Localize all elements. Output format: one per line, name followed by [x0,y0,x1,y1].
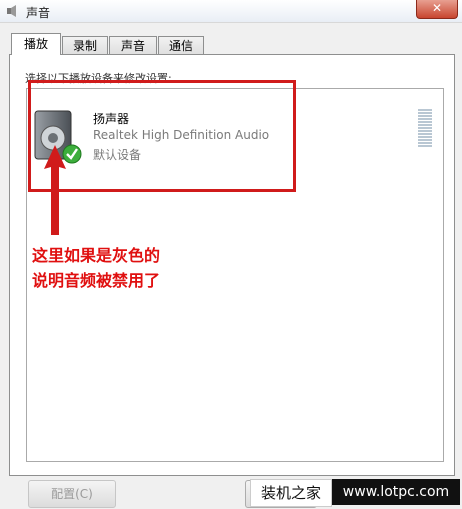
watermark-url: www.lotpc.com [332,479,460,505]
annotation-line-2: 说明音频被禁用了 [32,271,161,290]
volume-level-meter [417,108,433,148]
watermark-brand: 装机之家 [250,479,332,507]
title-bar: 声音 ✕ [0,0,462,23]
tab-recording[interactable]: 录制 [62,36,108,55]
speaker-icon [7,5,16,17]
close-button[interactable]: ✕ [416,0,458,19]
tab-sounds[interactable]: 声音 [109,36,157,55]
tab-communications[interactable]: 通信 [158,36,204,55]
configure-button[interactable]: 配置(C) [28,480,116,508]
arrow-up-icon [44,145,66,235]
annotation-line-1: 这里如果是灰色的 [32,246,161,265]
tab-playback[interactable]: 播放 [11,33,61,55]
window-title: 声音 [26,6,51,20]
annotation-text: 这里如果是灰色的 说明音频被禁用了 [32,243,160,293]
